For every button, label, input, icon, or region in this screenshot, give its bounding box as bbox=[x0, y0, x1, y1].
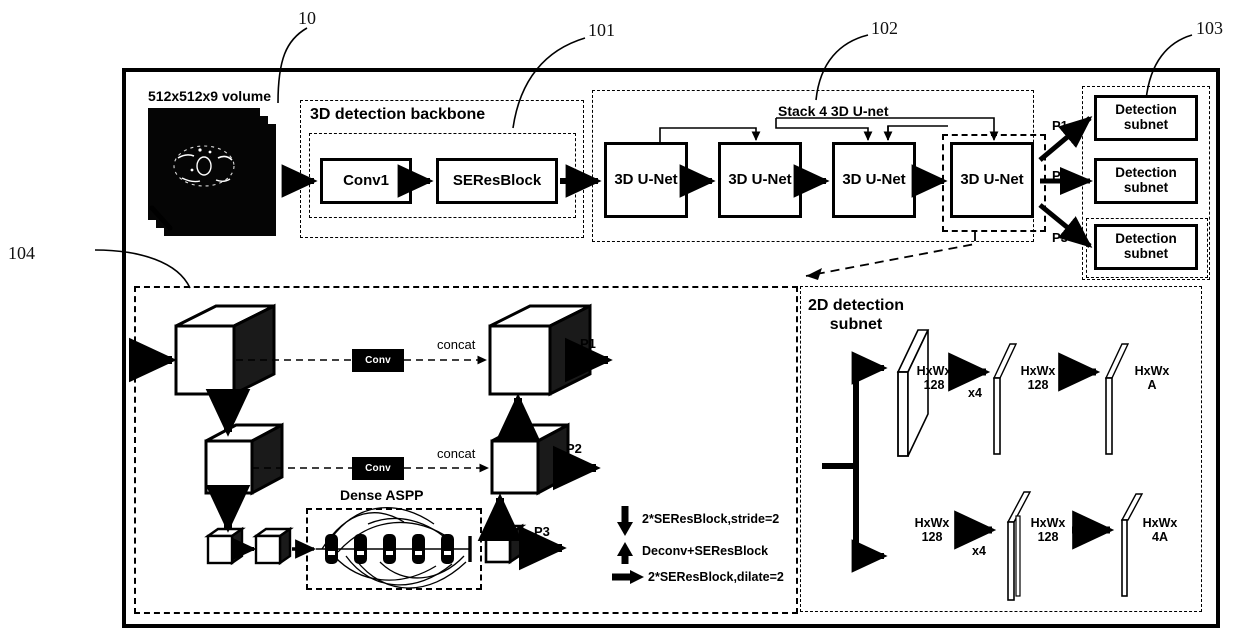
detection-subnet-2[interactable]: Detection subnet bbox=[1094, 158, 1198, 204]
reference-numeral-103: 103 bbox=[1196, 18, 1223, 38]
input-volume-stack bbox=[146, 106, 286, 244]
slab-label-reg-2: HxWx 128 bbox=[1022, 516, 1074, 545]
legend-text-stride: 2*SEResBlock,stride=2 bbox=[642, 512, 780, 526]
slab-cls-3-line2: A bbox=[1147, 378, 1157, 393]
slab-label-reg-3: HxWx 4A bbox=[1134, 516, 1186, 545]
slab-label-reg-1: HxWx 128 bbox=[904, 516, 960, 545]
dense-aspp-caption: Dense ASPP bbox=[340, 487, 424, 503]
stack-caption: Stack 4 3D U-net bbox=[778, 103, 889, 119]
subnet-caption-line2: subnet bbox=[829, 316, 883, 334]
reference-numeral-10: 10 bbox=[298, 8, 316, 28]
legend-text-dilate: 2*SEResBlock,dilate=2 bbox=[648, 570, 784, 584]
detection-subnet-2-line2: subnet bbox=[1123, 180, 1169, 195]
reference-numeral-102: 102 bbox=[871, 18, 898, 38]
subnet-detail-container bbox=[800, 286, 1202, 612]
detection-subnet-1-line2: subnet bbox=[1123, 117, 1169, 132]
detection-subnet-3-dashed-highlight bbox=[1086, 218, 1208, 278]
slab-reg-1-line1: HxWx bbox=[914, 516, 950, 530]
block-3d-unet-2[interactable]: 3D U-Net bbox=[718, 142, 802, 218]
detection-subnet-1[interactable]: Detection subnet bbox=[1094, 95, 1198, 141]
pyramid-label-p3: P3 bbox=[1052, 230, 1068, 245]
slab-label-cls-2: HxWx 128 bbox=[1012, 364, 1064, 393]
unet-output-p2: P2 bbox=[566, 441, 582, 456]
repeat-label-reg: x4 bbox=[972, 544, 986, 558]
block-seresblock[interactable]: SEResBlock bbox=[436, 158, 558, 204]
block-conv1[interactable]: Conv1 bbox=[320, 158, 412, 204]
pyramid-label-p2: P2 bbox=[1052, 168, 1068, 183]
slab-reg-3-line2: 4A bbox=[1152, 530, 1168, 545]
concat-label-1: concat bbox=[437, 337, 476, 352]
unet-output-p3: P3 bbox=[534, 524, 550, 539]
block-3d-unet-1[interactable]: 3D U-Net bbox=[604, 142, 688, 218]
block-3d-unet-3[interactable]: 3D U-Net bbox=[832, 142, 916, 218]
last-unet-highlight-box bbox=[942, 134, 1046, 232]
slab-label-cls-3: HxWx A bbox=[1126, 364, 1178, 393]
legend-text-deconv: Deconv+SEResBlock bbox=[642, 544, 769, 558]
subnet-caption-line1: 2D detection bbox=[808, 297, 905, 314]
slab-cls-2-line1: HxWx bbox=[1020, 364, 1056, 378]
dense-aspp-container bbox=[306, 508, 482, 590]
conv-chip-1[interactable]: Conv bbox=[352, 349, 404, 372]
slab-cls-3-line1: HxWx bbox=[1134, 364, 1170, 378]
reference-numeral-101: 101 bbox=[588, 20, 615, 40]
input-volume-label: 512x512x9 volume bbox=[148, 88, 271, 104]
detection-subnet-1-line1: Detection bbox=[1115, 102, 1177, 118]
pyramid-label-p1: P1 bbox=[1052, 118, 1068, 133]
slab-reg-2-line2: 128 bbox=[1037, 530, 1059, 545]
slab-cls-2-line2: 128 bbox=[1027, 378, 1049, 393]
reference-numeral-104: 104 bbox=[8, 243, 35, 263]
repeat-label-cls: x4 bbox=[968, 386, 982, 400]
concat-label-2: concat bbox=[437, 446, 476, 461]
slab-cls-1-line1: HxWx bbox=[916, 364, 952, 378]
subnet-detail-caption: 2D detection subnet bbox=[808, 296, 904, 334]
slab-reg-2-line1: HxWx bbox=[1030, 516, 1066, 530]
slice-marker-icon bbox=[149, 205, 173, 231]
detection-subnet-2-line1: Detection bbox=[1115, 165, 1177, 181]
slab-reg-1-line2: 128 bbox=[921, 530, 943, 545]
backbone-caption: 3D detection backbone bbox=[310, 106, 486, 123]
slab-label-cls-1: HxWx 128 bbox=[908, 364, 960, 393]
slab-reg-3-line1: HxWx bbox=[1142, 516, 1178, 530]
unet-output-p1: P1 bbox=[580, 336, 596, 351]
slab-cls-1-line2: 128 bbox=[923, 378, 945, 393]
conv-chip-2[interactable]: Conv bbox=[352, 457, 404, 480]
